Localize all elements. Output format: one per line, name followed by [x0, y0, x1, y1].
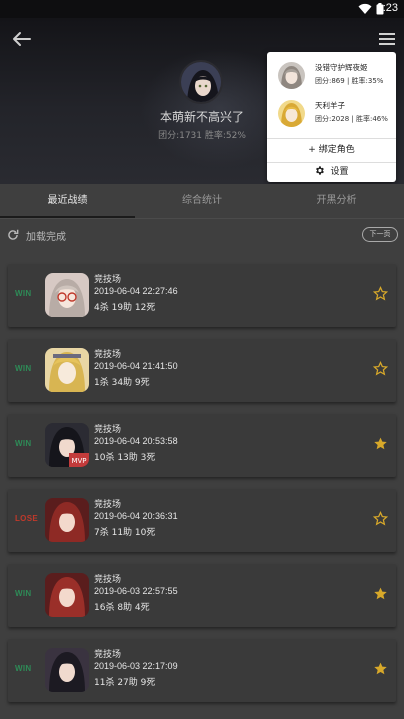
hamburger-menu-icon[interactable] — [378, 31, 396, 47]
match-result: LOSE — [15, 514, 38, 523]
match-mode: 竞技场 — [94, 350, 122, 360]
status-bar: 9:23 — [0, 0, 404, 18]
wifi-icon — [358, 3, 372, 15]
settings-button[interactable]: 设置 — [267, 164, 396, 184]
match-kda: 10杀 13助 3死 — [94, 453, 156, 463]
settings-label: 设置 — [330, 167, 349, 177]
match-card[interactable]: WIN 竞技场 2019-06-04 22:27:46 4杀 19助 12死 — [8, 264, 396, 327]
account-name: 天利羊子 — [315, 101, 345, 110]
star-filled-icon[interactable] — [373, 586, 388, 601]
player-score: 团分:1731 — [158, 131, 202, 141]
match-card[interactable]: WIN 竞技场 2019-06-04 21:41:50 1杀 34助 9死 — [8, 339, 396, 402]
bind-character-button[interactable]: + 绑定角色 — [267, 142, 396, 162]
match-kda: 1杀 34助 9死 — [94, 378, 150, 388]
match-result: WIN — [15, 364, 32, 373]
account-name: 没错守护辉夜姬 — [315, 63, 368, 72]
match-kda: 11杀 27助 9死 — [94, 678, 156, 688]
match-mode: 竞技场 — [94, 650, 122, 660]
tab-overall-stats[interactable]: 综合统计 — [135, 184, 269, 218]
star-outline-icon[interactable] — [373, 361, 388, 376]
refresh-icon[interactable] — [6, 228, 20, 242]
hero-avatar — [45, 273, 89, 317]
match-mode: 竞技场 — [94, 425, 122, 435]
match-time: 2019-06-03 22:17:09 — [94, 661, 178, 671]
match-result: WIN — [15, 589, 32, 598]
clock: 9:23 — [376, 2, 398, 14]
match-kda: 7杀 11助 10死 — [94, 528, 156, 538]
account-stats: 团分:2028 | 胜率:46% — [315, 115, 388, 123]
load-status-text: 加载完成 — [26, 232, 66, 243]
hero-avatar — [45, 498, 89, 542]
match-time: 2019-06-03 22:57:55 — [94, 586, 178, 596]
match-result: WIN — [15, 439, 32, 448]
account-item[interactable]: 天利羊子 团分:2028 | 胜率:46% — [267, 92, 396, 132]
account-dropdown: 没错守护辉夜姬 团分:869 | 胜率:35% 天利羊子 团分:2028 | 胜… — [267, 52, 396, 182]
star-filled-icon[interactable] — [373, 661, 388, 676]
match-time: 2019-06-04 20:53:58 — [94, 436, 178, 446]
tab-party-analysis[interactable]: 开黑分析 — [269, 184, 404, 218]
hero-avatar: MVP — [45, 423, 89, 467]
match-time: 2019-06-04 21:41:50 — [94, 361, 178, 371]
match-kda: 4杀 19助 12死 — [94, 303, 156, 313]
arrow-left-icon[interactable] — [11, 30, 33, 48]
hero-avatar — [45, 573, 89, 617]
gear-icon — [316, 166, 325, 175]
star-filled-icon[interactable] — [373, 436, 388, 451]
player-winrate: 胜率:52% — [204, 131, 246, 141]
match-card[interactable]: LOSE 竞技场 2019-06-04 20:36:31 7杀 11助 10死 — [8, 489, 396, 552]
match-mode: 竞技场 — [94, 575, 122, 585]
match-time: 2019-06-04 22:27:46 — [94, 286, 178, 296]
load-status-row: 加载完成 下一页 — [0, 219, 404, 249]
match-card[interactable]: WIN 竞技场 2019-06-03 22:57:55 16杀 8助 4死 — [8, 564, 396, 627]
match-mode: 竞技场 — [94, 275, 122, 285]
tab-recent-matches[interactable]: 最近战绩 — [0, 184, 135, 218]
player-avatar[interactable] — [179, 60, 223, 104]
divider — [267, 162, 396, 163]
match-kda: 16杀 8助 4死 — [94, 603, 150, 613]
account-avatar — [278, 100, 305, 127]
tab-bar: 最近战绩 综合统计 开黑分析 — [0, 184, 404, 218]
match-card[interactable]: WIN 竞技场 2019-06-03 22:17:09 11杀 27助 9死 — [8, 639, 396, 702]
star-outline-icon[interactable] — [373, 286, 388, 301]
divider — [267, 138, 396, 139]
player-stats: 团分:1731 胜率:52% — [150, 128, 254, 141]
bind-character-label: + 绑定角色 — [308, 145, 355, 155]
svg-text:MVP: MVP — [71, 457, 86, 465]
match-result: WIN — [15, 289, 32, 298]
hero-avatar — [45, 648, 89, 692]
match-time: 2019-06-04 20:36:31 — [94, 511, 178, 521]
star-outline-icon[interactable] — [373, 511, 388, 526]
account-stats: 团分:869 | 胜率:35% — [315, 77, 384, 85]
match-card[interactable]: WIN MVP 竞技场 2019-06-04 20:53:58 10杀 13助 … — [8, 414, 396, 477]
match-result: WIN — [15, 664, 32, 673]
player-name: 本萌新不高兴了 — [159, 110, 244, 124]
hero-avatar — [45, 348, 89, 392]
match-mode: 竞技场 — [94, 500, 122, 510]
next-page-button[interactable]: 下一页 — [362, 227, 398, 242]
account-avatar — [278, 62, 305, 89]
account-item[interactable]: 没错守护辉夜姬 团分:869 | 胜率:35% — [267, 54, 396, 94]
